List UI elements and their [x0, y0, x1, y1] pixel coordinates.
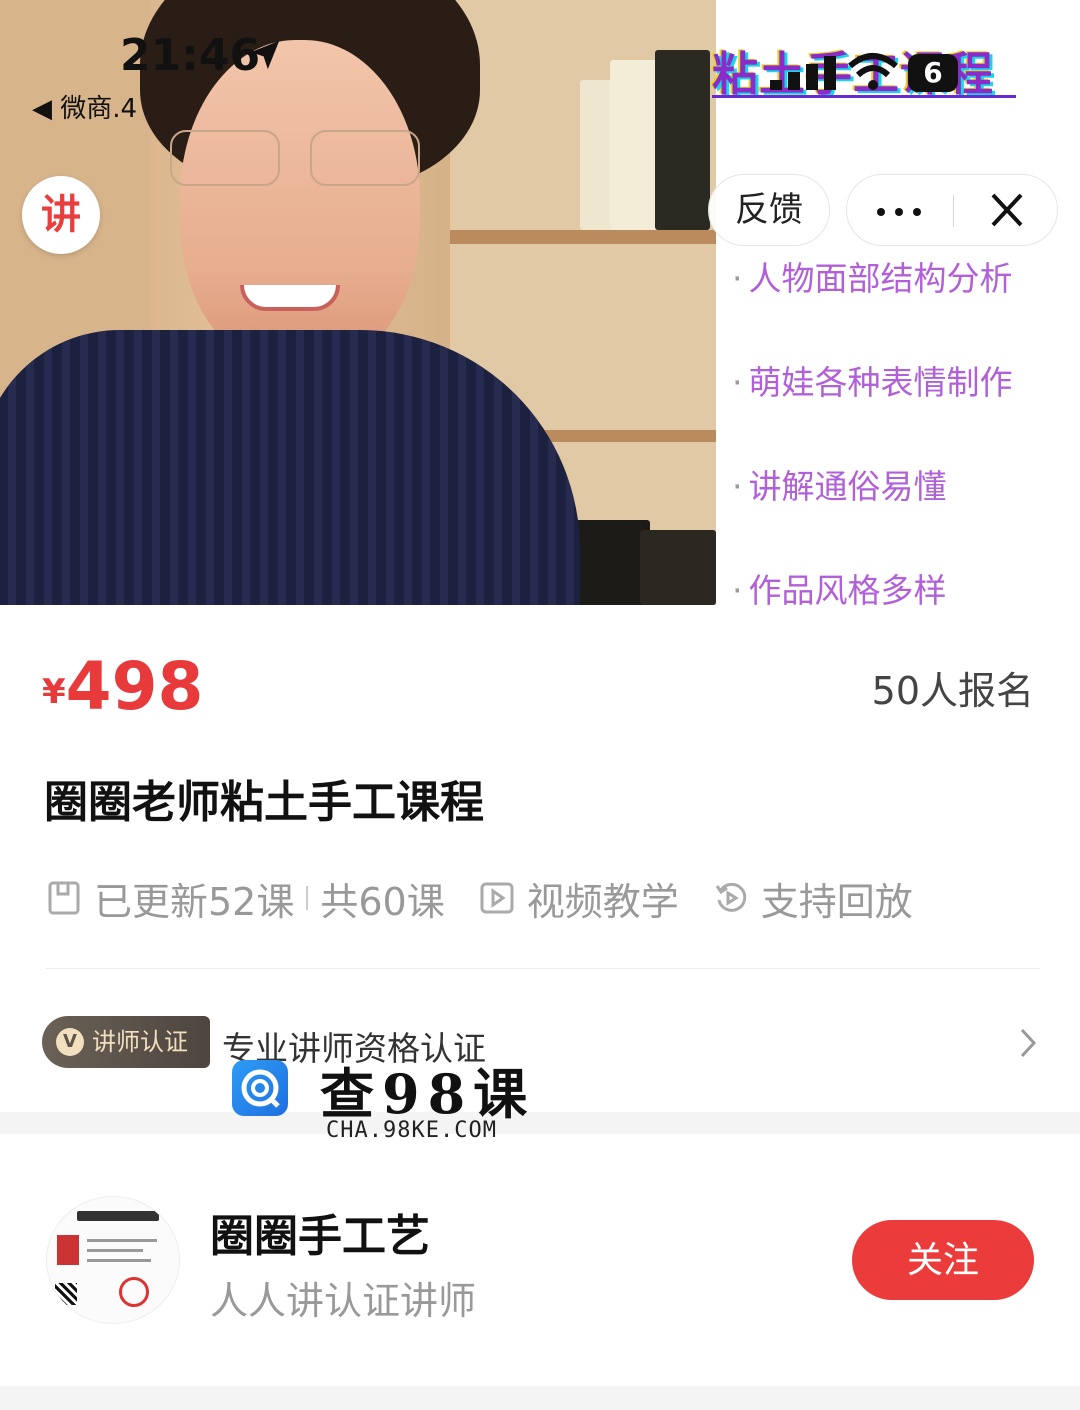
lessons-updated: 已更新52课 — [94, 879, 295, 924]
teacher-subtitle: 人人讲认证讲师 — [210, 1279, 477, 1323]
lessons-icon — [48, 881, 80, 915]
status-time: 21:46 — [120, 30, 261, 81]
course-meta-row: 已更新52课 共60课 视频教学 支持回放 — [46, 873, 913, 924]
chevron-right-icon[interactable] — [1018, 1026, 1038, 1060]
bullet-dot: · — [732, 363, 743, 402]
section-gap — [0, 1386, 1080, 1410]
bullet-dot: · — [732, 467, 743, 506]
bullet-dot: · — [732, 259, 743, 298]
format-label: 视频教学 — [526, 879, 679, 924]
back-to-app-link[interactable]: ◀ 微商.4 — [32, 88, 137, 125]
course-title: 圈圈老师粘土手工课程 — [44, 777, 484, 828]
bullet-dot: · — [732, 571, 743, 605]
meta-separator — [306, 886, 309, 910]
feature-bullet-text: 人物面部结构分析 — [748, 259, 1013, 298]
teacher-certified-badge: V 讲师认证 — [42, 1016, 210, 1068]
replay-label: 支持回放 — [760, 879, 913, 924]
capsule-divider — [953, 195, 954, 227]
feature-bullet-text: 讲解通俗易懂 — [748, 467, 947, 506]
lessons-total: 共60课 — [320, 879, 445, 924]
replay-icon — [715, 882, 746, 912]
enrollment-count: 50人报名 — [871, 669, 1034, 713]
banner-underline — [712, 95, 1016, 98]
badge-label: 讲师认证 — [92, 1028, 188, 1056]
feature-bullet-text: 作品风格多样 — [748, 571, 947, 605]
teacher-avatar[interactable] — [46, 1196, 180, 1324]
feature-bullet: · 萌娃各种表情制作 — [732, 356, 1013, 404]
close-icon[interactable] — [957, 175, 1057, 245]
feature-bullet: · 人物面部结构分析 — [732, 252, 1013, 300]
verified-icon: V — [56, 1028, 84, 1056]
price-value: 498 — [65, 648, 204, 725]
section-gap — [0, 1112, 1080, 1134]
feedback-button[interactable]: 反馈 — [708, 174, 830, 246]
more-options-icon[interactable] — [847, 175, 951, 245]
feature-bullet-text: 萌娃各种表情制作 — [748, 363, 1013, 402]
watermark-url: CHA.98KE.COM — [326, 1118, 497, 1143]
currency-symbol: ¥ — [42, 672, 66, 712]
course-price: ¥498 — [42, 648, 203, 725]
feature-bullet: · 作品风格多样 — [732, 564, 947, 605]
lecture-app-badge: 讲 — [22, 176, 100, 254]
video-icon — [480, 882, 514, 914]
feature-bullet: · 讲解通俗易懂 — [732, 460, 947, 508]
location-arrow-icon — [250, 40, 280, 70]
teacher-name[interactable]: 圈圈手工艺 — [210, 1200, 430, 1264]
miniprogram-capsule — [846, 174, 1058, 246]
follow-button[interactable]: 关注 — [852, 1220, 1034, 1300]
watermark-logo-icon — [232, 1060, 288, 1116]
section-divider — [46, 968, 1040, 969]
battery-icon: 6 — [908, 54, 958, 92]
cellular-signal-icon — [770, 56, 836, 90]
wifi-icon — [848, 53, 898, 90]
